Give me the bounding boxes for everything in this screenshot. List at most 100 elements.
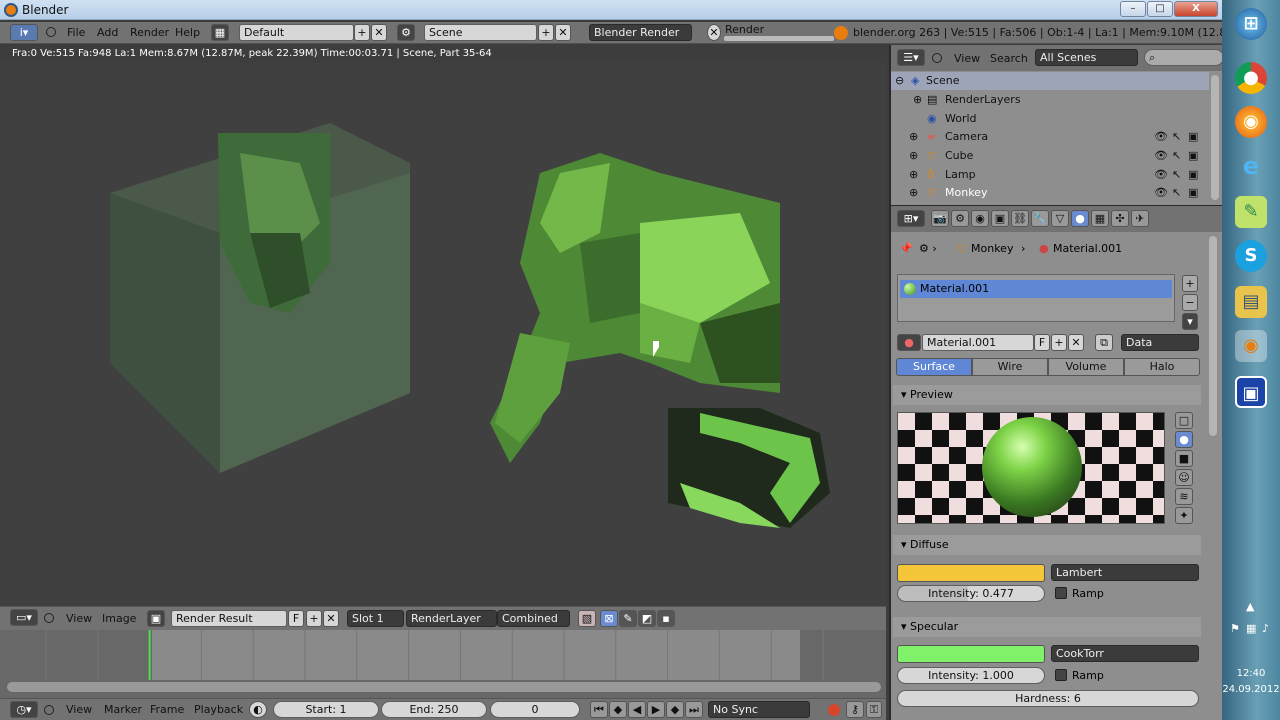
world-tab-icon[interactable]: ◉	[971, 210, 989, 227]
outliner-menu-view[interactable]: View	[954, 52, 980, 65]
select-arrow-icon[interactable]: ↖	[1172, 186, 1181, 199]
render-engine-select[interactable]: Blender Render	[589, 24, 692, 41]
expand-icon[interactable]: ⊕	[913, 93, 922, 106]
material-slot-item[interactable]: Material.001	[900, 280, 1172, 298]
screen-layout-icon[interactable]: ▦	[211, 24, 229, 41]
outliner-filter-select[interactable]: All Scenes	[1035, 49, 1138, 66]
link-data-select[interactable]: Data	[1121, 334, 1199, 351]
properties-editor-type-icon[interactable]: ⊞▾	[897, 210, 925, 227]
specular-panel-header[interactable]: ▾ Specular	[893, 617, 1201, 637]
slot-specials-button[interactable]: ▾	[1182, 313, 1198, 330]
alpha-icon[interactable]: ⊠	[600, 610, 618, 627]
tray-icon-volume[interactable]: ♪	[1262, 622, 1269, 635]
visibility-eye-icon[interactable]: 👁	[1154, 130, 1168, 143]
tab-surface[interactable]: Surface	[896, 358, 972, 376]
prev-keyframe-button[interactable]: ◆	[609, 701, 627, 718]
render-layer-select[interactable]: RenderLayer	[406, 610, 497, 627]
blender-taskbar-icon[interactable]: ◉	[1235, 330, 1267, 362]
outliner-scrollbar[interactable]	[1211, 75, 1219, 200]
add-slot-button[interactable]: +	[1182, 275, 1198, 292]
material-unlink-button[interactable]: ✕	[1068, 334, 1084, 351]
file-explorer-icon[interactable]: ▤	[1235, 286, 1267, 318]
timeline-menu-view[interactable]: View	[66, 703, 92, 716]
outliner-item-scene[interactable]: ⊖ ◈ Scene	[891, 72, 1209, 90]
preview-cube-icon[interactable]: ■	[1175, 450, 1193, 467]
next-keyframe-button[interactable]: ◆	[666, 701, 684, 718]
select-arrow-icon[interactable]: ↖	[1172, 168, 1181, 181]
sample-icon[interactable]: ◩	[638, 610, 656, 627]
preview-sphere-icon[interactable]: ●	[1175, 431, 1193, 448]
pin-icon[interactable]: 📌	[899, 242, 913, 255]
menu-file[interactable]: File	[67, 26, 85, 39]
record-button[interactable]	[828, 704, 840, 716]
paint-icon[interactable]: ✎	[619, 610, 637, 627]
chrome-icon[interactable]: ●	[1235, 62, 1267, 94]
tab-halo[interactable]: Halo	[1124, 358, 1200, 376]
image-editor-type-icon[interactable]: ▭▾	[10, 609, 38, 626]
current-frame-field[interactable]: 0	[490, 701, 580, 718]
taskbar-clock[interactable]: 12:40 24.09.2012	[1222, 666, 1280, 698]
timeline-editor-type-icon[interactable]: ◷▾	[10, 701, 38, 718]
constraints-tab-icon[interactable]: ⛓	[1011, 210, 1029, 227]
material-tab-icon[interactable]: ●	[1071, 210, 1089, 227]
material-fake-user-button[interactable]: F	[1034, 334, 1050, 351]
render-icon[interactable]: ▣	[1188, 186, 1198, 199]
close-button[interactable]: X	[1174, 1, 1218, 17]
select-arrow-icon[interactable]: ↖	[1172, 130, 1181, 143]
collapse-menu-icon[interactable]	[44, 705, 54, 715]
visibility-eye-icon[interactable]: 👁	[1154, 149, 1168, 162]
firefox-icon[interactable]: ◉	[1235, 106, 1267, 138]
image-fake-user-button[interactable]: F	[288, 610, 304, 627]
timeline-menu-frame[interactable]: Frame	[150, 703, 184, 716]
expand-icon[interactable]: ⊕	[909, 149, 918, 162]
outliner-search-input[interactable]: ⌕	[1144, 49, 1224, 66]
image-browse-icon[interactable]: ▣	[147, 610, 165, 627]
render-tab-icon[interactable]: 📷	[931, 210, 949, 227]
tray-icon-network[interactable]: ▦	[1246, 622, 1256, 635]
scene-field[interactable]: Scene	[424, 24, 537, 41]
timeline-menu-marker[interactable]: Marker	[104, 703, 142, 716]
diffuse-color-swatch[interactable]	[897, 564, 1045, 582]
add-layout-button[interactable]: +	[354, 24, 370, 41]
outliner-menu-search[interactable]: Search	[990, 52, 1028, 65]
keying-set-icon[interactable]: ⚷	[846, 701, 864, 718]
remove-scene-button[interactable]: ✕	[555, 24, 571, 41]
tab-volume[interactable]: Volume	[1048, 358, 1124, 376]
preview-flat-icon[interactable]: □	[1175, 412, 1193, 429]
collapse-menu-icon[interactable]	[44, 613, 54, 623]
end-frame-field[interactable]: End: 250	[381, 701, 487, 718]
image-menu-view[interactable]: View	[66, 612, 92, 625]
record-icon[interactable]: ▪	[657, 610, 675, 627]
scene-icon[interactable]: ⚙	[397, 24, 415, 41]
visibility-eye-icon[interactable]: 👁	[1154, 168, 1168, 181]
image-name-field[interactable]: Render Result	[171, 610, 287, 627]
outliner-item-monkey[interactable]: ⊕ ▽ Monkey 👁 ↖ ▣	[891, 184, 1209, 202]
preview-panel-header[interactable]: ▾ Preview	[893, 385, 1201, 405]
render-icon[interactable]: ▣	[1188, 130, 1198, 143]
diffuse-ramp-checkbox[interactable]	[1055, 587, 1067, 599]
remove-layout-button[interactable]: ✕	[371, 24, 387, 41]
jump-start-button[interactable]: ⏮	[590, 701, 608, 718]
render-icon[interactable]: ▣	[1188, 149, 1198, 162]
outliner-item-cube[interactable]: ⊕ ▽ Cube 👁 ↖ ▣	[891, 147, 1209, 165]
insert-keyframe-icon[interactable]: ⚿	[866, 701, 882, 718]
material-new-button[interactable]: +	[1051, 334, 1067, 351]
slot-select[interactable]: Slot 1	[347, 610, 404, 627]
show-hidden-icons-icon[interactable]: ▲	[1246, 600, 1254, 613]
outliner-item-renderlayers[interactable]: ⊕ ▤ RenderLayers	[891, 91, 1209, 109]
material-name-field[interactable]: Material.001	[922, 334, 1034, 351]
remote-app-icon[interactable]: ▣	[1235, 376, 1267, 408]
tab-wire[interactable]: Wire	[972, 358, 1048, 376]
play-button[interactable]: ▶	[647, 701, 665, 718]
minimize-button[interactable]: –	[1120, 1, 1146, 17]
image-new-button[interactable]: +	[306, 610, 322, 627]
texture-tab-icon[interactable]: ▦	[1091, 210, 1109, 227]
preview-sky-icon[interactable]: ✦	[1175, 507, 1193, 524]
add-scene-button[interactable]: +	[538, 24, 554, 41]
start-frame-field[interactable]: Start: 1	[273, 701, 379, 718]
play-reverse-button[interactable]: ◀	[628, 701, 646, 718]
outliner-item-lamp[interactable]: ⊕ ♁ Lamp 👁 ↖ ▣	[891, 166, 1209, 184]
data-tab-icon[interactable]: ▽	[1051, 210, 1069, 227]
collapse-menu-icon[interactable]	[932, 53, 942, 63]
timeline-area[interactable]: -40-200204060801001201401601802002202402…	[0, 630, 886, 698]
